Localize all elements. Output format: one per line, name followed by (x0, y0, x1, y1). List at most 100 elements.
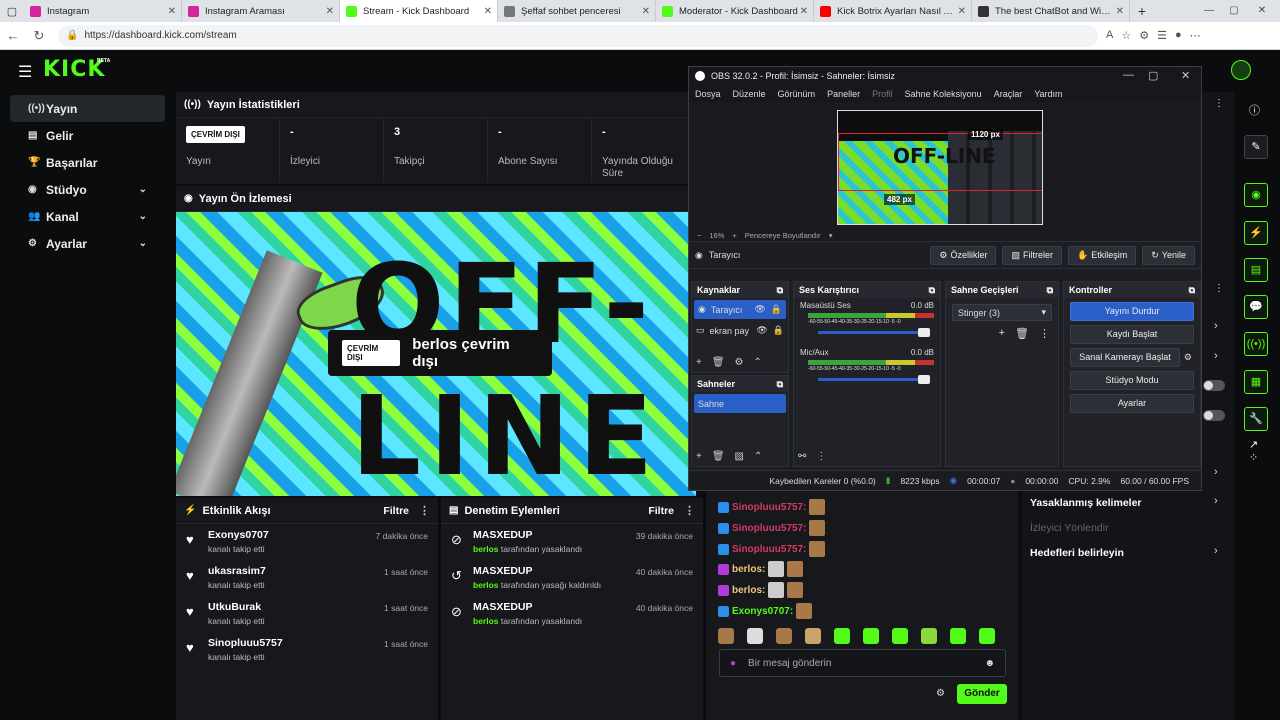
stop-stream-button[interactable]: Yayını Durdur (1070, 302, 1194, 321)
emote-icon[interactable] (950, 628, 966, 644)
user-name[interactable]: Exonys0707 (208, 529, 376, 541)
chevron-right-icon[interactable]: › (1214, 466, 1218, 478)
broadcast-icon[interactable]: ((•)) (1244, 332, 1268, 356)
browser-tab[interactable]: Kick Botrix Ayarları Nasıl Yapılır?✕ (814, 0, 972, 22)
trash-icon[interactable]: 🗑 (1015, 327, 1029, 340)
user-name[interactable]: ukasrasim7 (208, 565, 384, 577)
undock-icon[interactable]: ⧉ (1189, 285, 1195, 296)
zoom-in-icon[interactable]: + (732, 231, 736, 240)
menu-item[interactable]: Araçlar (994, 89, 1023, 99)
close-window-icon[interactable]: ✕ (1250, 0, 1274, 22)
expand-icon[interactable]: ↗ (1249, 438, 1258, 451)
menu-item[interactable]: Düzenle (733, 89, 766, 99)
more-icon[interactable]: ⋯ (1190, 29, 1201, 42)
emote-icon[interactable] (776, 628, 792, 644)
send-button[interactable]: Gönder (957, 684, 1007, 704)
tab-actions-icon[interactable]: ▢ (0, 5, 24, 18)
toggle-switch[interactable] (1203, 410, 1225, 421)
emote-icon[interactable] (979, 628, 995, 644)
moderator-name[interactable]: berlos (473, 544, 499, 554)
bolt-icon[interactable]: ⚡ (1244, 221, 1268, 245)
browser-tab[interactable]: Instagram Araması ✕ (182, 0, 340, 22)
zoom-out-icon[interactable]: − (697, 231, 701, 240)
link-icon[interactable]: ⚯ (798, 451, 806, 462)
source-item[interactable]: ◉ Tarayıcı 👁 🔒 (694, 300, 786, 319)
browser-tab[interactable]: The best ChatBot and Widgets fo✕ (972, 0, 1130, 22)
new-tab-button[interactable]: + (1130, 3, 1154, 19)
chat-username[interactable]: berlos: (732, 564, 765, 575)
browser-tab[interactable]: Moderator - Kick Dashboard ✕ (656, 0, 814, 22)
more-icon[interactable]: ⋮ (1214, 283, 1224, 294)
camera-icon[interactable]: ◉ (1244, 183, 1268, 207)
close-icon[interactable]: ✕ (1181, 69, 1190, 82)
browser-tab[interactable]: Şeffaf sohbet penceresi ✕ (498, 0, 656, 22)
reload-icon[interactable]: ↻ (26, 28, 52, 44)
emoji-icon[interactable]: ☻ (984, 658, 995, 669)
minimize-icon[interactable]: — (1123, 69, 1134, 81)
browser-tab[interactable]: Instagram ✕ (24, 0, 182, 22)
layout-icon[interactable]: ▦ (1244, 370, 1268, 394)
set-goals-link[interactable]: Hedefleri belirleyin (1030, 547, 1124, 559)
maximize-icon[interactable]: ▢ (1222, 0, 1246, 22)
favorite-icon[interactable]: ☆ (1121, 29, 1131, 42)
menu-icon[interactable]: ☰ (18, 62, 32, 82)
sidebar-item-yayin[interactable]: ((•)) Yayın (10, 95, 165, 122)
close-icon[interactable]: ✕ (326, 6, 334, 17)
emote-icon[interactable] (805, 628, 821, 644)
close-icon[interactable]: ✕ (1116, 6, 1124, 17)
chevron-up-icon[interactable]: ⌃ (754, 357, 762, 368)
more-icon[interactable]: ⋮ (684, 504, 695, 517)
source-bounding-box[interactable] (838, 133, 1042, 191)
chat-username[interactable]: berlos: (732, 585, 765, 596)
settings-button[interactable]: Ayarlar (1070, 394, 1194, 413)
maximize-icon[interactable]: ▢ (1148, 69, 1158, 82)
add-icon[interactable]: + (696, 357, 702, 368)
chevron-right-icon[interactable]: › (1214, 350, 1218, 362)
transition-select[interactable]: Stinger (3) ▾ (952, 304, 1052, 321)
more-icon[interactable]: ⋮ (1214, 98, 1224, 109)
trash-icon[interactable]: 🗑 (712, 357, 725, 368)
filter-icon[interactable]: ▧ (735, 451, 744, 462)
trash-icon[interactable]: 🗑 (712, 451, 725, 462)
sidebar-item-ayarlar[interactable]: ⚙ Ayarlar ⌄ (10, 230, 165, 257)
avatar[interactable] (1231, 60, 1251, 80)
eye-icon[interactable]: 👁 (754, 304, 765, 315)
extensions-icon[interactable]: ⚙ (1139, 29, 1149, 42)
chevron-down-icon[interactable]: ▾ (829, 231, 833, 240)
volume-slider[interactable] (818, 328, 930, 337)
add-icon[interactable]: + (696, 451, 702, 462)
read-aloud-icon[interactable]: A (1106, 29, 1113, 42)
chevron-right-icon[interactable]: › (1214, 495, 1218, 507)
close-icon[interactable]: ✕ (484, 6, 492, 17)
close-icon[interactable]: ✕ (958, 6, 966, 17)
chat-username[interactable]: Sinopluuu5757: (732, 502, 806, 513)
more-icon[interactable]: ⋮ (816, 451, 826, 462)
sidebar-item-studyo[interactable]: ◉ Stüdyo ⌄ (10, 176, 165, 203)
close-icon[interactable]: ✕ (168, 6, 176, 17)
chevron-right-icon[interactable]: › (1214, 320, 1218, 332)
obs-preview-canvas[interactable]: OFF-LINE 1120 px 482 px (689, 102, 1201, 229)
emote-icon[interactable] (834, 628, 850, 644)
browser-tab-active[interactable]: Stream - Kick Dashboard ✕ (340, 0, 498, 22)
scene-item[interactable]: Sahne (694, 394, 786, 413)
profile-icon[interactable]: ● (1175, 29, 1182, 42)
emote-icon[interactable] (718, 628, 734, 644)
menu-item[interactable]: Dosya (695, 89, 721, 99)
chat-input[interactable]: ● Bir mesaj gönderin ☻ (719, 649, 1006, 677)
apps-icon[interactable]: ⁘ (1249, 451, 1258, 464)
undock-icon[interactable]: ⧉ (1047, 285, 1053, 296)
emote-icon[interactable] (863, 628, 879, 644)
start-recording-button[interactable]: Kaydı Başlat (1070, 325, 1194, 344)
emote-icon[interactable] (892, 628, 908, 644)
virtual-camera-button[interactable]: Sanal Kamerayı Başlat (1070, 348, 1180, 367)
viewer-redirect-link[interactable]: İzleyici Yönlendir (1030, 522, 1109, 534)
filter-button[interactable]: Filtre (648, 505, 674, 517)
obs-title-bar[interactable]: OBS 32.0.2 - Profil: İsimsiz - Sahneler:… (689, 67, 1201, 85)
menu-item[interactable]: Görünüm (778, 89, 816, 99)
stream-preview[interactable]: OFF- LINE ÇEVRİM DIŞI berlos çevrim dışı (176, 212, 696, 496)
undock-icon[interactable]: ⧉ (777, 379, 783, 390)
refresh-button[interactable]: ↻ Yenile (1142, 245, 1195, 265)
user-name[interactable]: UtkuBurak (208, 601, 384, 613)
filters-button[interactable]: ▧ Filtreler (1002, 245, 1063, 265)
filter-button[interactable]: Filtre (383, 505, 409, 517)
